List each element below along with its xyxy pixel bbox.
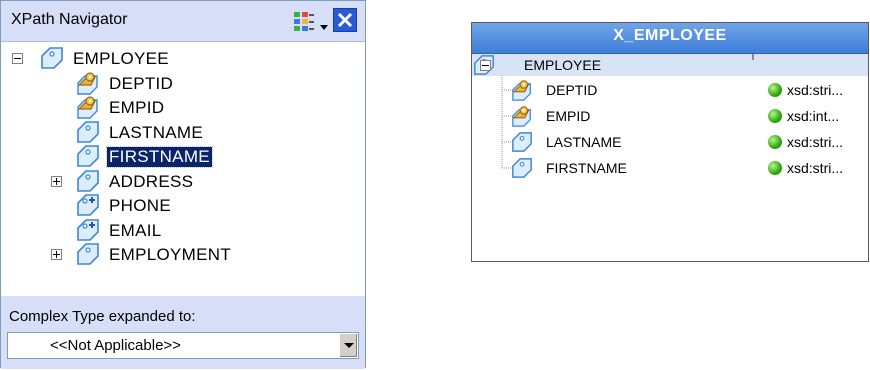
- tree-node-label: PHONE: [109, 196, 171, 215]
- panel-title: XPath Navigator: [11, 11, 128, 28]
- field-row-empid[interactable]: EMPID xsd:int...: [472, 105, 868, 129]
- xpath-navigator-panel: XPath Navigator EMPLOYEE DEPTID EMPID LA…: [0, 0, 366, 369]
- tree-node-employment[interactable]: EMPLOYMENT: [1, 242, 365, 266]
- column-divider[interactable]: [752, 54, 754, 60]
- field-type-label: xsd:stri...: [787, 160, 844, 176]
- expand-toggle[interactable]: [51, 175, 62, 187]
- multi-element-icon: [75, 193, 101, 217]
- element-icon: [75, 120, 101, 144]
- key-attribute-icon: [75, 95, 101, 119]
- element-icon: [510, 157, 534, 179]
- x-employee-source-box[interactable]: X_EMPLOYEE EMPLOYEE DEPTID xsd:stri... EMP…: [471, 22, 869, 262]
- field-label: EMPID: [546, 108, 591, 124]
- tree-node-lastname[interactable]: LASTNAME: [1, 120, 365, 144]
- tree-node-label: EMPLOYMENT: [109, 245, 232, 264]
- field-type: xsd:stri...: [768, 158, 868, 180]
- tree-node-deptid[interactable]: DEPTID: [1, 71, 365, 95]
- view-options-icon[interactable]: [293, 11, 315, 33]
- multi-element-icon: [75, 218, 101, 242]
- element-icon: [510, 131, 534, 153]
- complex-type-value: <<Not Applicable>>: [50, 337, 181, 354]
- close-icon: [337, 12, 353, 28]
- chevron-down-icon[interactable]: [319, 19, 329, 30]
- field-label: LASTNAME: [546, 134, 622, 150]
- tree-node-firstname[interactable]: FIRSTNAME: [1, 144, 365, 168]
- status-ok-icon: [768, 135, 782, 149]
- tree-node-empid[interactable]: EMPID: [1, 95, 365, 119]
- xpath-tree: EMPLOYEE DEPTID EMPID LASTNAME FIRSTNAME ADDR…: [1, 41, 365, 296]
- tree-node-label: DEPTID: [109, 73, 174, 93]
- key-attribute-icon: [510, 105, 534, 127]
- tree-node-label: ADDRESS: [109, 171, 194, 191]
- tree-node-address[interactable]: ADDRESS: [1, 169, 365, 193]
- close-button[interactable]: [333, 8, 357, 32]
- tree-node-label: EMPID: [109, 98, 165, 117]
- tree-node-phone[interactable]: PHONE: [1, 193, 365, 217]
- field-type: xsd:stri...: [768, 132, 868, 154]
- key-attribute-icon: [75, 71, 101, 95]
- field-label: FIRSTNAME: [546, 160, 627, 176]
- tree-node-email[interactable]: EMAIL: [1, 218, 365, 242]
- tree-node-employee[interactable]: EMPLOYEE: [1, 46, 365, 70]
- element-icon: [75, 169, 101, 193]
- field-type: xsd:stri...: [768, 80, 868, 102]
- panel-header: XPath Navigator: [1, 1, 365, 42]
- tree-node-label: FIRSTNAME: [106, 146, 213, 168]
- field-type: xsd:int...: [768, 106, 868, 128]
- complex-type-label: Complex Type expanded to:: [9, 308, 196, 325]
- tree-node-label: LASTNAME: [109, 122, 204, 142]
- field-label: DEPTID: [546, 82, 598, 98]
- element-icon: [75, 144, 101, 168]
- field-row-deptid[interactable]: DEPTID xsd:stri...: [472, 79, 868, 103]
- status-ok-icon: [768, 161, 782, 175]
- element-icon: [75, 242, 101, 266]
- complex-type-select[interactable]: <<Not Applicable>>: [7, 332, 359, 359]
- collapse-toggle[interactable]: [12, 53, 23, 64]
- dropdown-arrow-icon[interactable]: [339, 334, 357, 357]
- field-row-lastname[interactable]: LASTNAME xsd:stri...: [472, 131, 868, 155]
- status-ok-icon: [768, 109, 782, 123]
- status-ok-icon: [768, 83, 782, 97]
- element-icon: [39, 46, 65, 70]
- field-type-label: xsd:stri...: [787, 134, 844, 150]
- field-type-label: xsd:stri...: [787, 82, 844, 98]
- panel-footer: Complex Type expanded to: <<Not Applicab…: [1, 296, 365, 369]
- expand-toggle[interactable]: [51, 249, 62, 260]
- key-attribute-icon: [510, 79, 534, 101]
- field-type-label: xsd:int...: [787, 108, 840, 124]
- field-row-firstname[interactable]: FIRSTNAME xsd:stri...: [472, 157, 868, 181]
- root-element-label: EMPLOYEE: [524, 57, 602, 73]
- tree-node-label: EMPLOYEE: [73, 49, 169, 68]
- tree-node-label: EMAIL: [109, 220, 162, 240]
